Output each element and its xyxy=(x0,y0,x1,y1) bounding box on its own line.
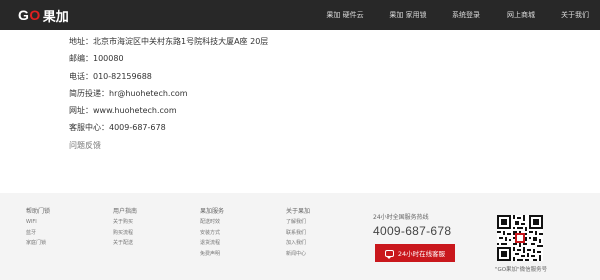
footer-link[interactable]: 关于配送 xyxy=(113,238,137,249)
service-hotline: 24小时全国服务热线 4009-687-678 xyxy=(373,214,451,238)
logo-go-text: GO xyxy=(18,7,41,23)
online-service-button[interactable]: 24小时在线客服 xyxy=(375,244,455,262)
footer-link[interactable]: 蓝牙 xyxy=(26,228,50,239)
footer-column-help: 帮助门锁 WIFI 蓝牙 家庭门锁 xyxy=(26,207,50,249)
main-nav: 果加 硬件云 果加 家用锁 系统登录 网上商城 关于我们 xyxy=(314,0,600,30)
top-navigation-bar: GO 果加 果加 硬件云 果加 家用锁 系统登录 网上商城 关于我们 xyxy=(0,0,600,30)
contact-service-center: 客服中心：4009-687-678 xyxy=(69,123,166,133)
footer-link[interactable]: 新闻中心 xyxy=(286,249,310,260)
footer-link[interactable]: 加入我们 xyxy=(286,238,310,249)
nav-item-about-us[interactable]: 关于我们 xyxy=(550,0,600,30)
wechat-qr-code xyxy=(497,215,543,261)
nav-item-system-login[interactable]: 系统登录 xyxy=(440,0,492,30)
footer-column-about: 关于果加 了解我们 联系我们 加入我们 新闻中心 xyxy=(286,207,310,259)
footer-column-title: 帮助门锁 xyxy=(26,208,51,215)
nav-item-online-store[interactable]: 网上商城 xyxy=(492,0,550,30)
logo-cn-text: 果加 xyxy=(42,9,69,25)
contact-info: 地址：北京市海淀区中关村东路1号院科技大厦A座 20层 邮编：100080 电话… xyxy=(69,33,268,154)
footer-link[interactable]: 配送时效 xyxy=(200,217,224,228)
hotline-number: 4009-687-678 xyxy=(373,224,452,238)
footer-link[interactable]: 安装方式 xyxy=(200,228,224,239)
nav-item-home-lock[interactable]: 果加 家用锁 xyxy=(376,0,440,30)
contact-website: 网址：www.huohetech.com xyxy=(69,106,177,116)
hotline-label: 24小时全国服务热线 xyxy=(373,214,429,221)
footer-link[interactable]: 退货流程 xyxy=(200,238,224,249)
footer-column-title: 关于果加 xyxy=(286,208,311,215)
footer-link[interactable]: 了解我们 xyxy=(286,217,310,228)
brand-logo[interactable]: GO 果加 xyxy=(18,6,69,25)
online-service-label: 24小时在线客服 xyxy=(397,250,446,258)
contact-zipcode: 邮编：100080 xyxy=(69,54,124,64)
footer-link[interactable]: 家庭门锁 xyxy=(26,238,50,249)
nav-item-hardware-cloud[interactable]: 果加 硬件云 xyxy=(314,0,376,30)
contact-address: 地址：北京市海淀区中关村东路1号院科技大厦A座 20层 xyxy=(69,37,269,46)
footer-link[interactable]: WIFI xyxy=(26,217,50,228)
footer-column-guide: 用户指南 关于购买 购买流程 关于配送 xyxy=(113,207,137,249)
contact-resume-email: 简历投递：hr@huohetech.com xyxy=(69,88,188,98)
feedback-link[interactable]: 问题反馈 xyxy=(69,137,268,154)
footer-link[interactable]: 购买流程 xyxy=(113,228,137,239)
footer-column-title: 果加服务 xyxy=(200,208,225,215)
footer-link[interactable]: 关于购买 xyxy=(113,217,137,228)
footer-column-service: 果加服务 配送时效 安装方式 退货流程 免费声明 xyxy=(200,207,224,259)
chat-icon xyxy=(384,249,394,259)
footer-link[interactable]: 联系我们 xyxy=(286,228,310,239)
footer-link[interactable]: 免费声明 xyxy=(200,249,224,260)
qr-caption: "GO果加"微信服务号 xyxy=(494,267,548,273)
footer-column-title: 用户指南 xyxy=(113,208,138,215)
contact-phone: 电话：010-82159688 xyxy=(69,71,152,81)
